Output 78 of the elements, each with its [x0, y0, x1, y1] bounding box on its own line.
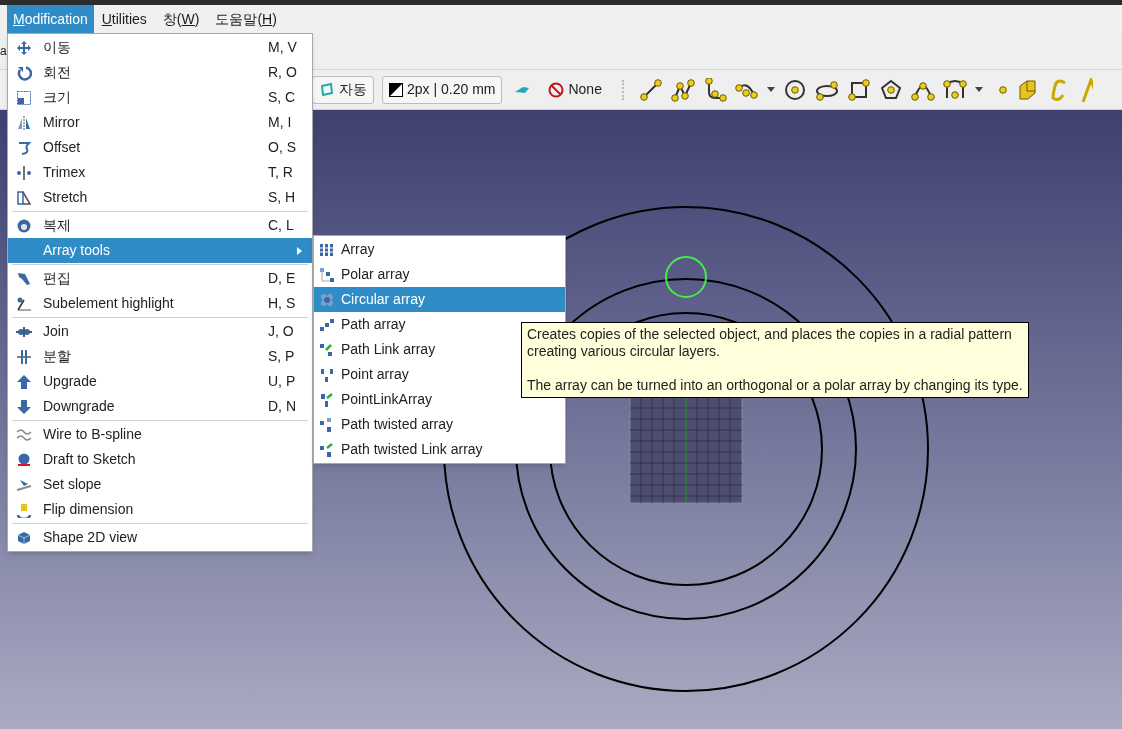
menu-item[interactable]: Set slope	[8, 472, 312, 497]
menu-item[interactable]: Point array	[314, 362, 419, 387]
flip-icon	[16, 501, 32, 518]
vertex-icon	[16, 295, 32, 312]
menu-item[interactable]: Upgrade U, P	[8, 369, 312, 394]
menu-item[interactable]: Stretch S, H	[8, 185, 312, 210]
tooltip-text: Creates copies of the selected object, and places the copies in a radial pattern	[527, 326, 1013, 343]
trimex-icon	[16, 164, 32, 181]
point-link-icon	[319, 391, 335, 408]
menu-item[interactable]: Polar array	[314, 262, 420, 287]
menu-item[interactable]: Circular array	[314, 287, 565, 312]
rectangle-icon[interactable]	[846, 77, 871, 102]
line-icon[interactable]	[638, 77, 663, 102]
fillet-icon[interactable]	[702, 77, 727, 102]
menu-item[interactable]: 이동 M, V	[8, 35, 312, 60]
scale-icon	[16, 89, 32, 106]
split-icon	[16, 348, 32, 365]
caret-icon[interactable]	[766, 86, 775, 93]
link-array-icon	[319, 341, 335, 358]
menu-item[interactable]: 회전 R, O	[8, 60, 312, 85]
caret-icon[interactable]	[974, 86, 983, 93]
toolbar-button[interactable]: None	[542, 75, 608, 104]
menu-item[interactable]: Offset O, S	[8, 135, 312, 160]
menu-item[interactable]: Downgrade D, N	[8, 394, 312, 419]
menu-item[interactable]: Mirror M, I	[8, 110, 312, 135]
menu-item[interactable]: Draft to Sketch	[8, 447, 312, 472]
cube-icon	[16, 529, 32, 546]
rotate-icon	[16, 64, 32, 81]
toolbar-button[interactable]: 2px | 0.20 mm	[382, 75, 503, 104]
menu-item[interactable]: 편집 D, E	[8, 266, 312, 291]
menu-item[interactable]: Subelement highlight H, S	[8, 291, 312, 316]
no-entry-icon	[548, 81, 565, 98]
circle-icon[interactable]	[782, 77, 807, 102]
selection-circle	[665, 256, 707, 298]
bspline-icon[interactable]	[942, 77, 967, 102]
menu-item[interactable]: Path Link array	[314, 337, 446, 362]
menu-item[interactable]: Array	[314, 237, 385, 262]
tooltip-text: creating various circular layers.	[527, 343, 721, 360]
twisted-link-icon	[319, 441, 335, 458]
menu-item[interactable]: Trimex T, R	[8, 160, 312, 185]
menu-item[interactable]: Path twisted Link array	[314, 437, 493, 462]
grid-icon	[319, 241, 335, 258]
stretch-icon	[16, 189, 32, 206]
menu-item[interactable]: Shape 2D view	[8, 525, 312, 550]
polyline-icon[interactable]	[670, 77, 695, 102]
menu-item[interactable]: Join J, O	[8, 319, 312, 344]
submenu-arrow-icon	[297, 246, 302, 255]
menu-item[interactable]: Array tools	[8, 238, 312, 263]
menu-item[interactable]: Path array	[314, 312, 416, 337]
menu-item[interactable]: 분할 S, P	[8, 344, 312, 369]
wave-icon	[16, 426, 32, 443]
down-arrow-icon	[16, 398, 32, 415]
menu-item[interactable]: 복제 C, L	[8, 213, 312, 238]
tooltip-text: The array can be turned into an orthogonal or a polar array by changing its type.	[527, 377, 1023, 394]
menu-item[interactable]: 크기 S, C	[8, 85, 312, 110]
toolbar-grip	[621, 79, 625, 100]
menu-item[interactable]: Flip dimension	[8, 497, 312, 522]
plane-icon	[319, 81, 335, 98]
offset-icon	[16, 139, 32, 156]
menu-bar-item[interactable]: 창(W)	[156, 5, 206, 33]
menu-item[interactable]: Wire to B-spline	[8, 422, 312, 447]
move-icon	[16, 39, 32, 56]
path-array-icon	[319, 316, 335, 333]
polygon-icon[interactable]	[878, 77, 903, 102]
mirror-icon	[16, 114, 32, 131]
toolbar-button[interactable]: 자동	[312, 75, 374, 104]
polar-array-icon	[319, 266, 335, 283]
circles-icon	[319, 291, 335, 308]
menu-item[interactable]: PointLinkArray	[314, 387, 443, 412]
line-style-icon	[389, 82, 403, 97]
menu-item[interactable]: Path twisted array	[314, 412, 464, 437]
toolbar-label: a	[0, 44, 7, 58]
menu-bar-item[interactable]: Utilities	[95, 5, 153, 33]
point-array-icon	[319, 366, 335, 383]
sketch-icon	[16, 451, 32, 468]
up-arrow-icon	[16, 373, 32, 390]
menu-bar-item[interactable]: Modification	[7, 5, 94, 33]
menu-bar-item[interactable]: 도움말(H)	[209, 5, 283, 33]
